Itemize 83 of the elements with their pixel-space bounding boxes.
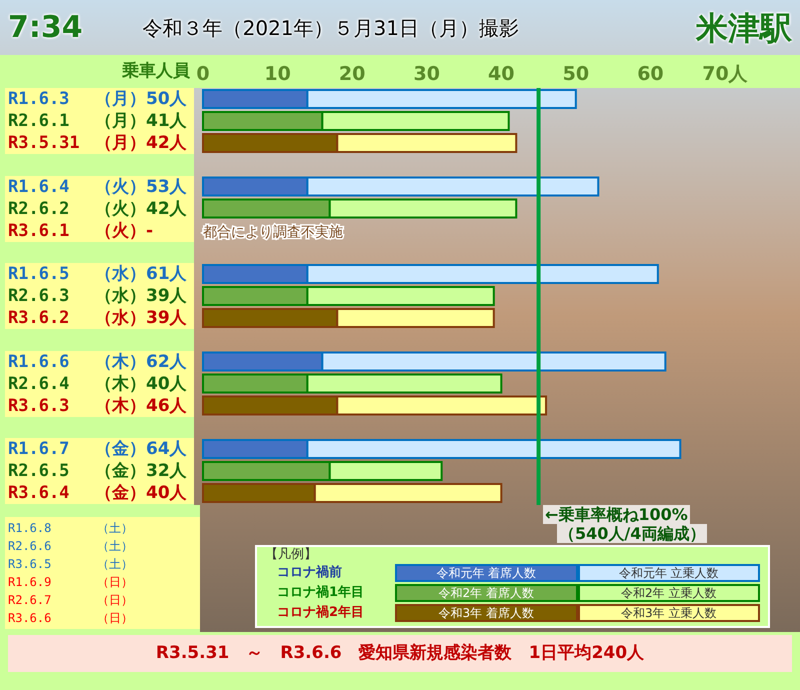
weekday-label: （月）: [95, 89, 146, 109]
capacity-note: ←乗車率概ね100%: [543, 505, 690, 524]
passenger-count: 62人: [146, 352, 187, 372]
weekday-label: （日）: [97, 592, 133, 609]
axis-tick-label: 70人: [702, 63, 748, 85]
weekday-label: （金）: [95, 483, 146, 503]
axis-tick-label: 60: [637, 63, 664, 85]
weekday-label: （木）: [95, 374, 146, 394]
passenger-count: 39人: [146, 286, 187, 306]
footer-banner: R3.5.31 ～ R3.6.6 愛知県新規感染者数 1日平均240人: [8, 635, 792, 672]
date-label: R3.6.2: [7, 308, 70, 328]
date-label: R2.6.6: [7, 538, 52, 555]
weekday-label: （土）: [97, 520, 133, 537]
weekday-label: （日）: [97, 610, 133, 627]
date-label: R3.6.4: [7, 483, 70, 503]
axis-tick-label: 50: [562, 63, 590, 85]
weekday-label: （金）: [95, 439, 146, 459]
axis-tick-label: 10: [264, 63, 291, 85]
weekday-label: （木）: [95, 352, 146, 372]
weekday-label: （月）: [95, 111, 146, 131]
passenger-count: 42人: [146, 198, 187, 218]
date-label: R1.6.8: [7, 520, 52, 537]
passenger-count: 42人: [146, 133, 187, 153]
weekday-label: （金）: [95, 461, 146, 481]
date-label: R2.6.4: [7, 374, 70, 394]
axis-tick-label: 40: [488, 63, 514, 85]
weekday-label: （木）: [95, 396, 146, 416]
date-label: R3.6.3: [7, 396, 70, 416]
weekday-label: （土）: [97, 556, 133, 573]
passenger-count: 64人: [146, 439, 187, 459]
date-label: R3.5.31: [7, 133, 81, 153]
date-label: R1.6.3: [7, 89, 70, 109]
passenger-count: 61人: [146, 264, 187, 284]
legend-swatch: 令和元年 立乗人数: [578, 564, 760, 582]
legend-swatch: 令和3年 着席人数: [395, 604, 578, 622]
weekday-label: （水）: [95, 308, 146, 328]
legend-swatch: 令和3年 立乗人数: [578, 604, 760, 622]
weekday-label: （月）: [95, 133, 146, 153]
date-label: R1.6.6: [7, 352, 70, 372]
weekday-label: （火）: [95, 198, 146, 218]
date-label: R1.6.5: [7, 264, 70, 284]
date-label: R2.6.2: [7, 198, 70, 218]
legend-swatch: 令和2年 着席人数: [395, 584, 578, 602]
weekday-label: （火）: [95, 220, 146, 240]
passenger-count: -: [146, 220, 154, 240]
legend-label: コロナ禍前: [276, 564, 343, 582]
note-label: 都合により調査不実施: [203, 224, 343, 240]
date-label: R2.6.7: [7, 592, 52, 609]
axis-tick-label: 30: [414, 63, 440, 85]
weekday-label: （土）: [97, 538, 133, 555]
date-label: R2.6.3: [7, 286, 70, 306]
legend-label: コロナ禍1年目: [276, 584, 366, 602]
date-label: R2.6.1: [7, 111, 70, 131]
passenger-count: 39人: [146, 308, 187, 328]
station-name: 米津駅: [696, 8, 792, 48]
date-label: R1.6.9: [7, 574, 52, 591]
passenger-count: 40人: [146, 374, 187, 394]
passenger-count: 53人: [146, 176, 187, 196]
date-label: R2.6.5: [7, 461, 70, 481]
legend-swatch: 令和2年 立乗人数: [578, 584, 760, 602]
legend-title: 【凡例】: [265, 547, 318, 563]
date-label: R3.6.6: [7, 610, 52, 627]
passenger-count: 32人: [146, 461, 187, 481]
passenger-count: 41人: [146, 111, 187, 131]
axis-tick-label: 0: [196, 63, 210, 85]
date-label: R1.6.4: [7, 176, 70, 196]
date-label: R3.6.5: [7, 556, 52, 573]
time-label: 7:34: [8, 9, 83, 47]
photo-date-title: 令和３年（2021年）５月31日（月）撮影: [142, 14, 519, 42]
legend-label: コロナ禍2年目: [276, 604, 366, 622]
date-label: R1.6.7: [7, 439, 70, 459]
axis-tick-label: 20: [338, 63, 366, 85]
weekday-label: （火）: [95, 176, 146, 196]
passenger-count: 46人: [146, 396, 187, 416]
passenger-count: 50人: [146, 89, 187, 109]
passenger-count: 40人: [146, 483, 187, 503]
legend-swatch: 令和元年 着席人数: [395, 564, 578, 582]
axis-label: 乗車人員: [122, 60, 190, 83]
weekday-label: （水）: [95, 286, 146, 306]
weekday-label: （日）: [97, 574, 133, 591]
date-label: R3.6.1: [7, 220, 70, 240]
capacity-note: （540人/4両編成）: [557, 524, 708, 543]
weekday-label: （水）: [95, 264, 146, 284]
